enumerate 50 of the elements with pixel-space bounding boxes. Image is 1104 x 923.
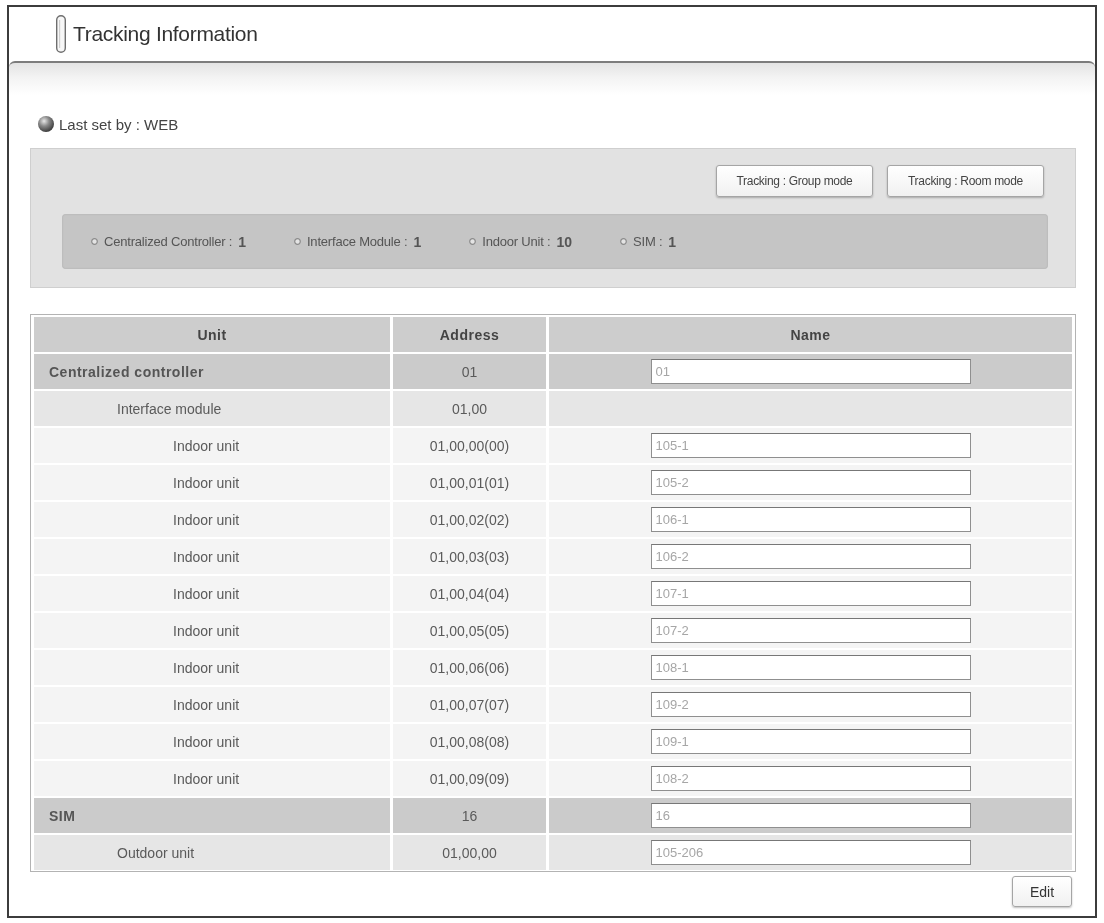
unit-cell: Outdoor unit: [34, 835, 390, 870]
address-cell: 01,00,02(02): [393, 502, 546, 537]
address-cell: 01,00,05(05): [393, 613, 546, 648]
count-value: 1: [668, 233, 677, 250]
count-label: Centralized Controller :: [104, 234, 233, 249]
ring-icon: [469, 238, 477, 245]
unit-cell: SIM: [34, 798, 390, 833]
unit-cell: Indoor unit: [34, 761, 390, 796]
unit-cell: Indoor unit: [34, 613, 390, 648]
address-cell: 01,00,06(06): [393, 650, 546, 685]
unit-cell: Indoor unit: [34, 724, 390, 759]
unit-cell: Centralized controller: [34, 354, 390, 389]
count-label: Indoor Unit :: [482, 234, 551, 249]
unit-cell: Indoor unit: [34, 539, 390, 574]
page-title: Tracking Information: [73, 22, 258, 46]
unit-cell: Indoor unit: [34, 465, 390, 500]
address-cell: 01,00,03(03): [393, 539, 546, 574]
column-header: Address: [393, 317, 546, 352]
capsule-icon: [56, 15, 66, 53]
address-cell: 16: [393, 798, 546, 833]
column-header: Unit: [34, 317, 390, 352]
unit-cell: Indoor unit: [34, 428, 390, 463]
address-cell: 01,00,08(08): [393, 724, 546, 759]
mode-button[interactable]: Tracking : Room mode: [887, 165, 1044, 197]
ring-icon: [620, 238, 627, 245]
address-cell: 01,00,07(07): [393, 687, 546, 722]
unit-cell: Indoor unit: [34, 650, 390, 685]
address-cell: 01,00,00: [393, 835, 546, 870]
column-header: Name: [549, 317, 1072, 352]
mode-button[interactable]: Tracking : Group mode: [716, 165, 873, 197]
count-label: Interface Module :: [306, 234, 408, 249]
address-cell: 01,00,04(04): [393, 576, 546, 611]
unit-cell: Indoor unit: [34, 687, 390, 722]
count-value: 1: [413, 233, 422, 250]
ring-icon: [293, 238, 301, 245]
count-value: 1: [238, 233, 246, 250]
sphere-icon: [38, 116, 54, 132]
address-cell: 01,00,00(00): [393, 428, 546, 463]
unit-cell: Indoor unit: [34, 502, 390, 537]
unit-cell: Interface module: [34, 391, 390, 426]
address-cell: 01: [393, 354, 546, 389]
address-cell: 01,00,09(09): [393, 761, 546, 796]
last-set-text: Last set by : WEB: [59, 115, 179, 133]
count-label: SIM :: [633, 234, 663, 249]
edit-button[interactable]: Edit: [1012, 876, 1072, 907]
count-value: 10: [556, 233, 572, 250]
address-cell: 01,00,01(01): [393, 465, 546, 500]
address-cell: 01,00: [393, 391, 546, 426]
unit-cell: Indoor unit: [34, 576, 390, 611]
ring-icon: [91, 238, 98, 245]
